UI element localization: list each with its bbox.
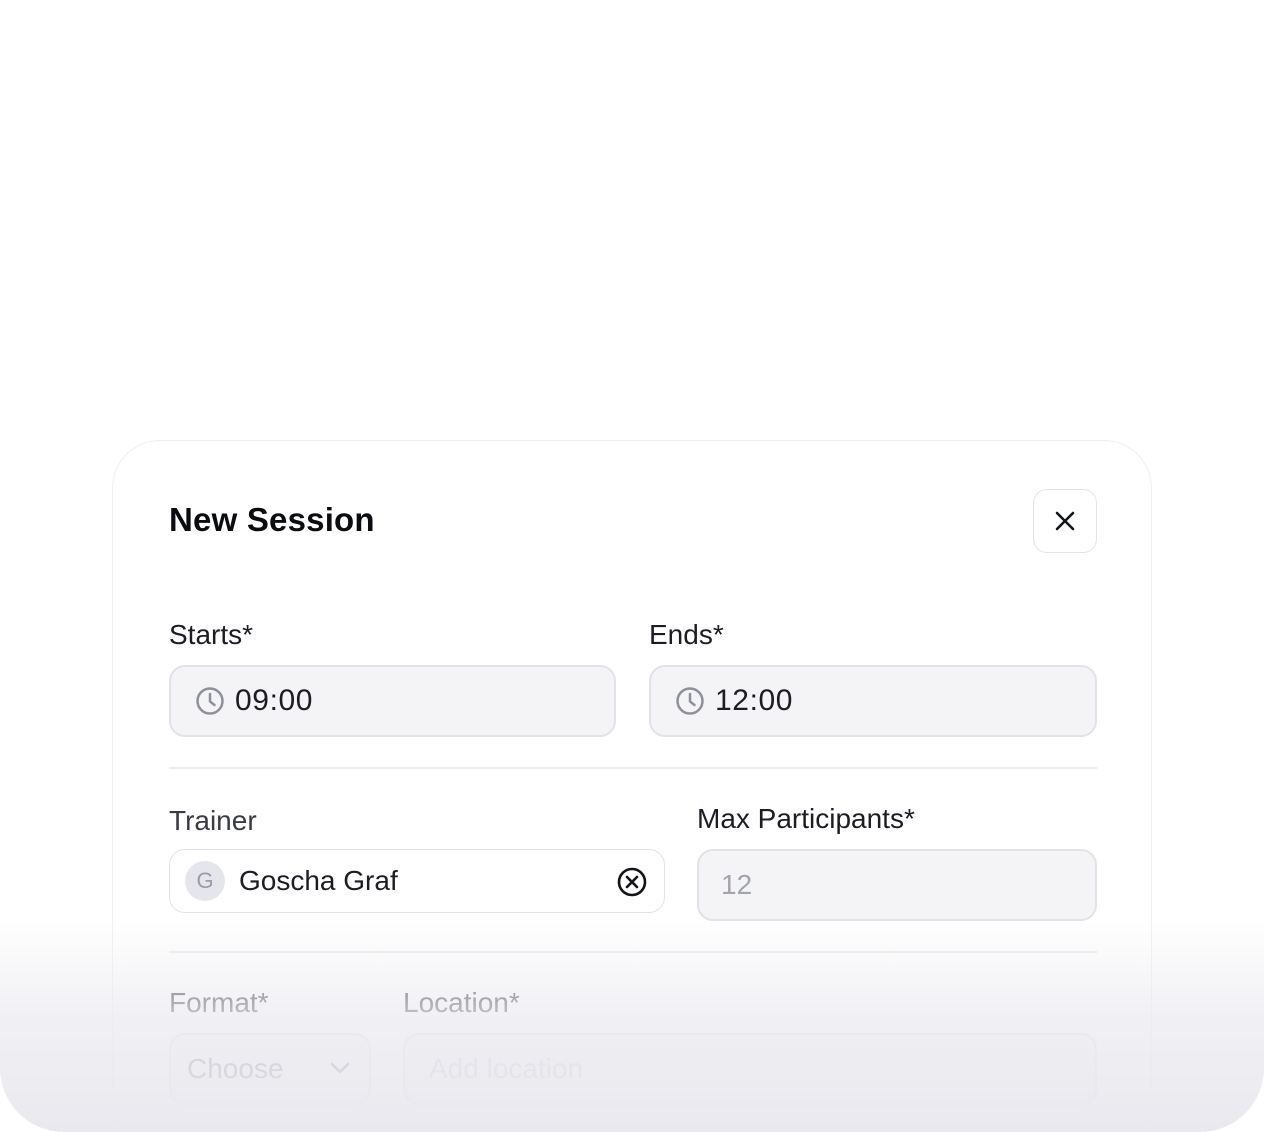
avatar: G — [185, 861, 225, 901]
trainer-value: Goscha Graf — [239, 865, 398, 896]
max-participants-input[interactable]: 12 — [697, 849, 1097, 921]
starts-label: Starts* — [169, 619, 254, 650]
location-placeholder: Add location — [429, 1053, 584, 1084]
starts-time-input[interactable]: 09:00 — [169, 665, 616, 737]
chevron-down-icon — [330, 1062, 350, 1074]
format-label: Format* — [169, 987, 269, 1018]
clear-circle-icon[interactable] — [616, 866, 648, 898]
ends-value: 12:00 — [715, 684, 794, 717]
max-participants-label: Max Participants* — [697, 803, 915, 834]
section-divider — [169, 951, 1097, 953]
clock-icon — [676, 687, 704, 715]
trainer-select[interactable]: G Goscha Graf — [169, 849, 665, 913]
ends-label: Ends* — [649, 619, 724, 650]
close-icon — [1055, 511, 1075, 531]
app-stage: New Session Starts* 09:00 Ends* 12:00 Tr… — [0, 0, 1264, 1132]
new-session-modal: New Session Starts* 09:00 Ends* 12:00 Tr… — [112, 440, 1152, 1132]
ends-time-input[interactable]: 12:00 — [649, 665, 1097, 737]
format-select[interactable]: Choose — [169, 1033, 371, 1105]
trainer-label: Trainer — [169, 805, 257, 836]
max-participants-placeholder: 12 — [721, 869, 753, 900]
format-placeholder: Choose — [187, 1053, 284, 1084]
starts-value: 09:00 — [235, 684, 314, 717]
modal-title: New Session — [169, 501, 375, 538]
close-button[interactable] — [1033, 489, 1097, 553]
section-divider — [169, 767, 1097, 769]
clock-icon — [196, 687, 224, 715]
location-input[interactable]: Add location — [403, 1033, 1097, 1105]
location-label: Location* — [403, 987, 520, 1018]
